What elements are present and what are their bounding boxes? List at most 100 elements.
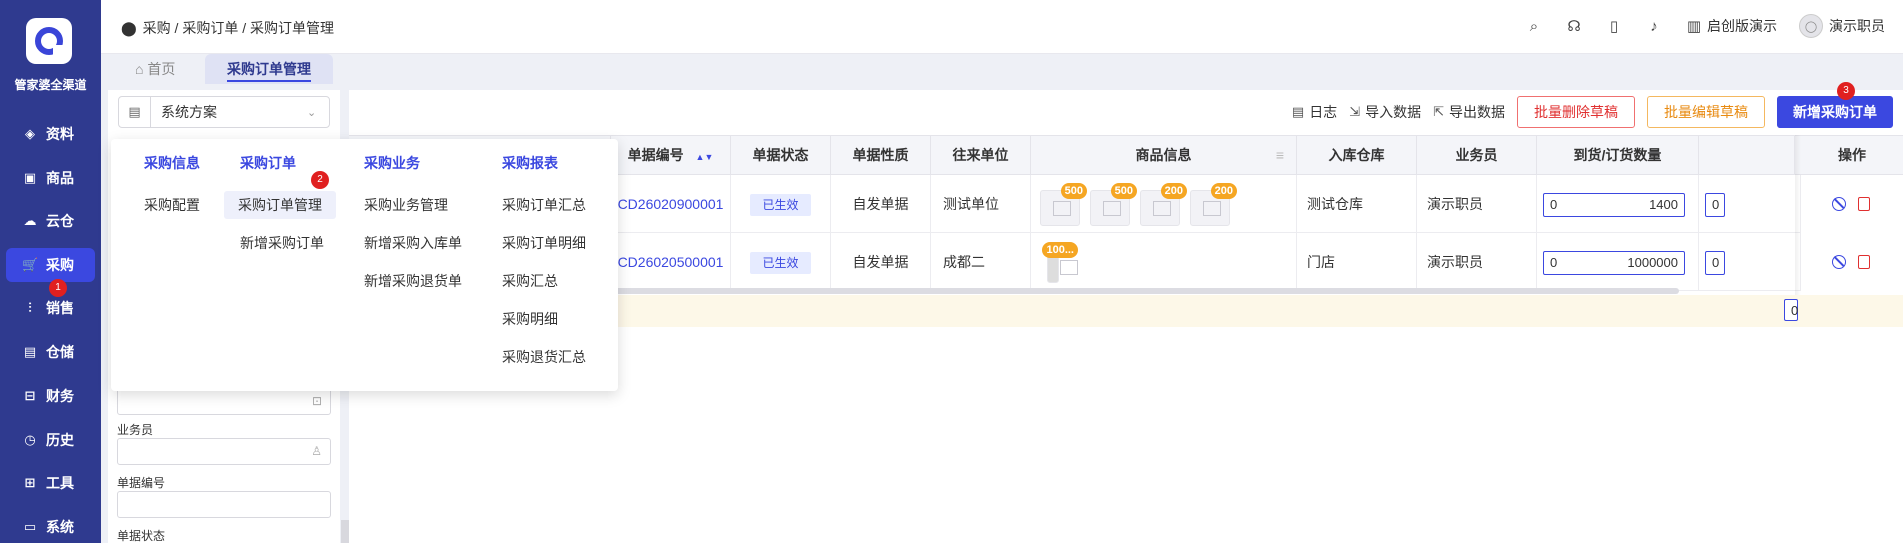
col-salesman[interactable]: 业务员 [1417,136,1537,174]
home-icon: ⌂ [135,61,148,77]
product-thumbnail[interactable]: 200 [1140,183,1187,226]
delete-icon[interactable] [1858,255,1870,269]
nav-label: 资料 [46,126,74,142]
tab-purchase-order-management[interactable]: 采购订单管理 [205,54,333,84]
user-icon: ♙ [311,444,322,458]
menu-item-business-management[interactable]: 采购业务管理 [364,195,448,215]
bill-no-link[interactable]: CD26020900001 [618,196,724,212]
qty-field[interactable]: 0 1400 [1543,193,1685,217]
summary-value: 0 [1791,303,1799,318]
summary-field[interactable]: 0 [1784,299,1798,321]
col-warehouse[interactable]: 入库仓库 [1297,136,1417,174]
qty-badge: 500 [1060,183,1087,199]
avatar: ◯ [1799,14,1823,38]
product-thumbnail[interactable]: 200 [1190,183,1237,226]
col-partner[interactable]: 往来单位 [931,136,1031,174]
nav-item-tools[interactable]: ⊞ 工具 [6,466,95,500]
cell-ops [1801,175,1903,233]
edition-switch[interactable]: ▥ 启创版演示 [1685,16,1777,36]
log-button[interactable]: ▤ 日志 [1292,102,1337,122]
layers-icon: ◈ [25,126,35,141]
menu-item-order-detail[interactable]: 采购订单明细 [502,233,586,253]
cell-bill-no[interactable]: CD26020500001 [611,233,731,291]
product-thumbnail[interactable]: 100... [1042,242,1078,283]
nav-item-finance[interactable]: ⊟ 财务 [6,379,95,413]
user-menu[interactable]: ◯ 演示职员 [1799,14,1885,38]
bill-no-link[interactable]: CD26020500001 [618,254,724,270]
drag-handle-icon[interactable]: ≡ [1276,136,1284,174]
box-icon: ▣ [23,170,37,185]
arrived-qty: 0 [1550,197,1558,212]
ordered-qty: 1000000 [1627,255,1678,270]
batch-delete-draft-button[interactable]: 批量删除草稿 [1517,96,1635,128]
export-button[interactable]: ⇱ 导出数据 [1433,102,1505,122]
tab-home[interactable]: ⌂ 首页 [113,54,197,84]
edition-label: 启创版演示 [1707,18,1777,34]
qty-field[interactable]: 0 1000000 [1543,251,1685,275]
qty-field-next[interactable]: 0 [1705,193,1725,217]
warehouse-icon: ▤ [23,344,37,359]
qty-badge: 100... [1042,242,1078,258]
book-icon[interactable]: ▯ [1605,17,1623,35]
col-goods-label: 商品信息 [1135,147,1192,163]
product-thumbnail[interactable]: 500 [1040,183,1087,226]
cell-ops [1801,233,1903,291]
cell-bill-no[interactable]: CD26020900001 [611,175,731,233]
tab-current-label: 采购订单管理 [227,61,311,77]
nav-item-system[interactable]: ▭ 系统 [6,510,95,543]
menu-heading-info: 采购信息 [144,155,200,171]
menu-item-new-order[interactable]: 新增采购订单 [240,233,324,253]
cell-extra: 0 [1699,233,1801,291]
menu-item-new-inbound[interactable]: 新增采购入库单 [364,233,462,253]
nav-item-history[interactable]: ◷ 历史 [6,423,95,457]
bell-icon[interactable]: ♪ [1645,17,1663,35]
sort-icon[interactable]: ▲▼ [696,152,714,162]
nav-item-purchase[interactable]: 🛒 采购 [6,248,95,282]
nav-label: 云仓 [46,213,74,229]
nav-label: 系统 [46,519,74,535]
product-thumbnail[interactable]: 500 [1090,183,1137,226]
col-qty[interactable]: 到货/订货数量 [1537,136,1699,174]
status-badge: 已生效 [750,252,811,274]
salesman-field[interactable]: ♙ [117,438,331,465]
user-name: 演示职员 [1829,18,1885,34]
menu-item-purchase-summary[interactable]: 采购汇总 [502,271,558,291]
search-icon[interactable]: ⌕ [1525,17,1543,35]
nav-item-sales[interactable]: ⫶ 销售 [6,291,95,325]
menu-item-purchase-detail[interactable]: 采购明细 [502,309,558,329]
nav-item-data[interactable]: ◈ 资料 [6,117,95,151]
col-nature[interactable]: 单据性质 [831,136,931,174]
history-icon: ◷ [24,432,36,447]
salesman-label: 业务员 [117,423,154,437]
delete-icon[interactable] [1858,197,1870,211]
col-goods[interactable]: 商品信息 ≡ [1031,136,1297,174]
menu-item-order-management[interactable]: 采购订单管理 [224,191,336,219]
export-icon: ⇱ [1433,104,1444,119]
bill-no-field[interactable] [117,491,331,518]
headset-icon[interactable]: ☊ [1565,17,1583,35]
filter-field-top[interactable]: ⊡ [117,388,331,415]
app-logo[interactable] [26,18,72,64]
disable-icon[interactable] [1832,197,1846,211]
disable-icon[interactable] [1832,255,1846,269]
cell-qty: 0 1400 [1537,175,1699,233]
menu-item-new-return[interactable]: 新增采购退货单 [364,271,462,291]
import-button[interactable]: ⇲ 导入数据 [1349,102,1421,122]
monitor-icon: ▭ [23,519,37,534]
qty-field-next[interactable]: 0 [1705,251,1725,275]
menu-heading-order: 采购订单 [240,155,296,171]
col-status[interactable]: 单据状态 [731,136,831,174]
cell-status: 已生效 [731,233,831,291]
menu-item-return-summary[interactable]: 采购退货汇总 [502,347,586,367]
col-bill-no[interactable]: 单据编号 ▲▼ [611,136,731,174]
scheme-select[interactable]: ▤ 系统方案 ⌄ [118,96,330,128]
nav-item-cloud-warehouse[interactable]: ☁ 云仓 [6,204,95,238]
status-badge: 已生效 [750,194,811,216]
nav-item-storage[interactable]: ▤ 仓储 [6,335,95,369]
building-icon: ▥ [1686,18,1702,35]
nav-item-goods[interactable]: ▣ 商品 [6,161,95,195]
batch-edit-draft-button[interactable]: 批量编辑草稿 [1647,96,1765,128]
menu-item-order-summary[interactable]: 采购订单汇总 [502,195,586,215]
menu-item-purchase-config[interactable]: 采购配置 [144,195,200,215]
new-purchase-order-button[interactable]: 新增采购订单 3 [1777,82,1893,128]
